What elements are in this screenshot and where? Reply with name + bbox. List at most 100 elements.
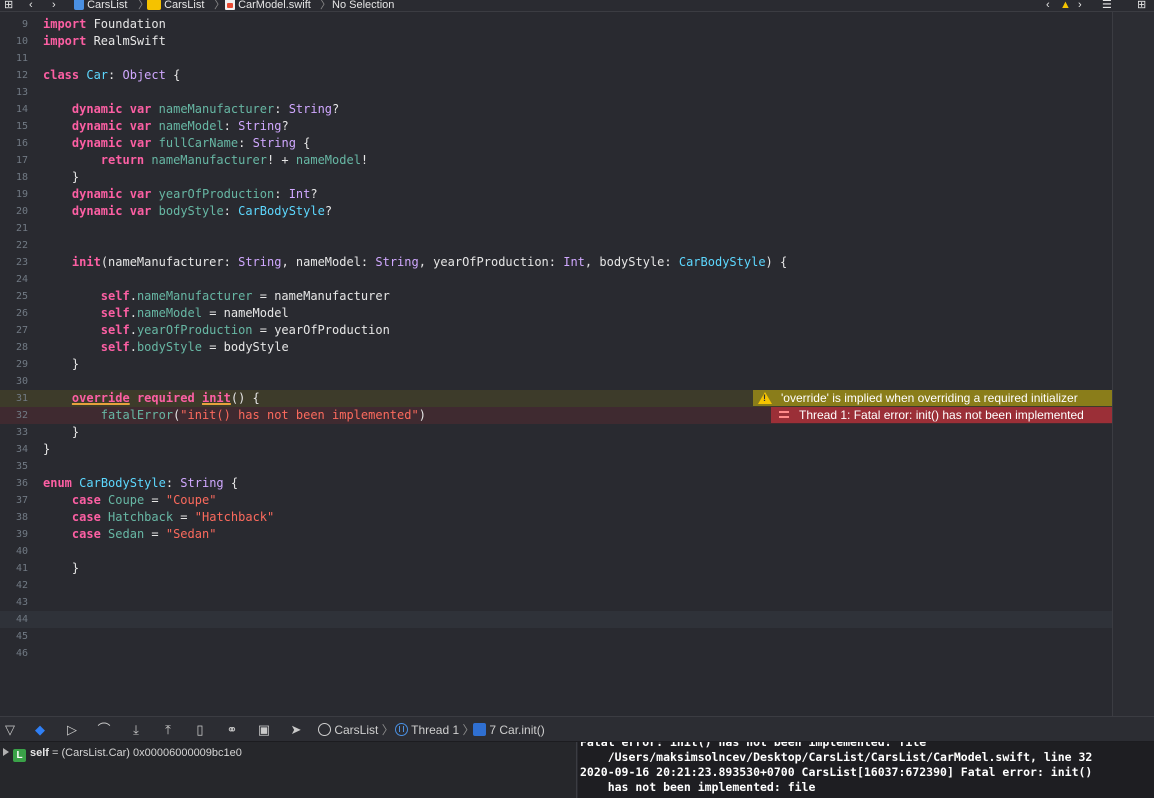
variable-name: self bbox=[30, 747, 49, 759]
code-line[interactable]: 19 dynamic var yearOfProduction: Int? bbox=[0, 186, 1112, 203]
code-line[interactable]: 35 bbox=[0, 458, 1112, 475]
code-line[interactable]: 38 case Hatchback = "Hatchback" bbox=[0, 509, 1112, 526]
minimap[interactable] bbox=[1112, 12, 1154, 716]
jump-bar-selection[interactable]: No Selection bbox=[332, 0, 394, 11]
code-line[interactable]: 22 bbox=[0, 237, 1112, 254]
line-number: 41 bbox=[15, 563, 28, 574]
previous-issue-icon[interactable]: ‹ bbox=[1046, 0, 1050, 11]
code-line[interactable]: 9 import Foundation bbox=[0, 16, 1112, 33]
code-line[interactable]: 44 bbox=[0, 611, 1112, 628]
user-code-icon bbox=[473, 723, 486, 736]
step-over-icon[interactable]: ⌒ bbox=[96, 722, 112, 738]
add-editor-icon[interactable]: ⊞ bbox=[1137, 0, 1146, 11]
code-line[interactable]: 10 import RealmSwift bbox=[0, 33, 1112, 50]
code-text: override required init() { bbox=[71, 391, 260, 405]
jump-bar-file[interactable]: CarModel.swift bbox=[225, 0, 311, 11]
line-number: 29 bbox=[15, 359, 28, 370]
jump-bar-group[interactable]: CarsList bbox=[147, 0, 204, 11]
code-line[interactable]: 13 bbox=[0, 84, 1112, 101]
line-number: 35 bbox=[15, 461, 28, 472]
debug-breadcrumb-target[interactable]: CarsList 〉 bbox=[318, 722, 394, 738]
continue-icon[interactable]: ▷ bbox=[64, 722, 80, 738]
view-debugger-icon[interactable]: ▯ bbox=[192, 722, 208, 738]
code-line[interactable]: 20 dynamic var bodyStyle: CarBodyStyle? bbox=[0, 203, 1112, 220]
line-number: 39 bbox=[15, 529, 28, 540]
code-line[interactable]: 12 class Car: Object { bbox=[0, 67, 1112, 84]
grid-icon[interactable]: ⊞ bbox=[4, 0, 13, 11]
code-text: case Sedan = "Sedan" bbox=[71, 527, 217, 541]
code-line[interactable]: 28 self.bodyStyle = bodyStyle bbox=[0, 339, 1112, 356]
breakpoints-toggle-icon[interactable]: ◆ bbox=[32, 722, 48, 738]
warning-annotation[interactable]: 'override' is implied when overriding a … bbox=[753, 390, 1112, 406]
line-number: 31 bbox=[15, 393, 28, 404]
code-text: self.nameModel = nameModel bbox=[100, 306, 289, 320]
code-text: } bbox=[43, 561, 80, 575]
code-line[interactable]: 45 bbox=[0, 628, 1112, 645]
console-line: /Users/maksimsolncev/Desktop/CarsList/Ca… bbox=[580, 750, 1093, 764]
code-line[interactable]: 11 bbox=[0, 50, 1112, 67]
related-items-icon[interactable]: ☰ bbox=[1102, 0, 1112, 11]
code-line[interactable]: 25 self.nameManufacturer = nameManufactu… bbox=[0, 288, 1112, 305]
line-number: 9 bbox=[21, 19, 28, 30]
code-line[interactable]: 42 bbox=[0, 577, 1112, 594]
code-text: dynamic var fullCarName: String { bbox=[71, 136, 311, 150]
code-text: } bbox=[43, 170, 80, 184]
variable-row[interactable]: Lself = (CarsList.Car) 0x00006000009bc1e… bbox=[3, 746, 242, 762]
code-line[interactable]: 46 bbox=[0, 645, 1112, 662]
debug-breadcrumb-frame[interactable]: 7 Car.init() bbox=[473, 722, 545, 738]
error-annotation[interactable]: Thread 1: Fatal error: init() has not be… bbox=[771, 407, 1112, 423]
code-line[interactable]: 40 bbox=[0, 543, 1112, 560]
code-text: self.bodyStyle = bodyStyle bbox=[100, 340, 289, 354]
warning-icon[interactable]: ▲ bbox=[1060, 0, 1071, 11]
environment-overrides-icon[interactable]: ▣ bbox=[256, 722, 272, 738]
xcode-project-icon bbox=[74, 0, 84, 10]
console-line: Fatal error: init() has not been impleme… bbox=[580, 742, 927, 749]
code-line[interactable]: 14 dynamic var nameManufacturer: String? bbox=[0, 101, 1112, 118]
back-arrow-icon[interactable]: ‹ bbox=[29, 0, 33, 11]
line-number: 42 bbox=[15, 580, 28, 591]
disclosure-triangle-icon[interactable] bbox=[3, 748, 9, 756]
step-into-icon[interactable]: ⤓ bbox=[128, 722, 144, 738]
step-out-icon[interactable]: ⤒ bbox=[160, 722, 176, 738]
code-line[interactable]: 24 bbox=[0, 271, 1112, 288]
console-output[interactable]: Fatal error: init() has not been impleme… bbox=[578, 742, 1154, 798]
simulate-location-icon[interactable]: ➤ bbox=[288, 722, 304, 738]
code-line[interactable]: 18 } bbox=[0, 169, 1112, 186]
line-number: 32 bbox=[15, 410, 28, 421]
code-line[interactable]: 27 self.yearOfProduction = yearOfProduct… bbox=[0, 322, 1112, 339]
code-text: self.yearOfProduction = yearOfProduction bbox=[100, 323, 390, 337]
code-line[interactable]: 23 init(nameManufacturer: String, nameMo… bbox=[0, 254, 1112, 271]
line-number: 15 bbox=[15, 121, 28, 132]
code-line[interactable]: 36 enum CarBodyStyle: String { bbox=[0, 475, 1112, 492]
code-line[interactable]: 39 case Sedan = "Sedan" bbox=[0, 526, 1112, 543]
next-issue-icon[interactable]: › bbox=[1078, 0, 1082, 11]
code-line[interactable]: 43 bbox=[0, 594, 1112, 611]
line-number: 46 bbox=[15, 648, 28, 659]
code-line[interactable]: 17 return nameManufacturer! + nameModel! bbox=[0, 152, 1112, 169]
memory-graph-icon[interactable]: ⚭ bbox=[224, 722, 240, 738]
code-line[interactable]: 21 bbox=[0, 220, 1112, 237]
console-line: has not been implemented: file bbox=[580, 780, 816, 794]
code-line[interactable]: 29 } bbox=[0, 356, 1112, 373]
code-line[interactable]: 30 bbox=[0, 373, 1112, 390]
code-line[interactable]: 33 } bbox=[0, 424, 1112, 441]
line-number: 19 bbox=[15, 189, 28, 200]
forward-arrow-icon[interactable]: › bbox=[52, 0, 56, 11]
code-line[interactable]: 41 } bbox=[0, 560, 1112, 577]
code-editor[interactable]: 9 import Foundation 10 import RealmSwift 11 1… bbox=[0, 12, 1112, 716]
code-line[interactable]: 16 dynamic var fullCarName: String { bbox=[0, 135, 1112, 152]
hide-debug-area-icon[interactable]: ▽ bbox=[2, 722, 18, 738]
code-text: init(nameManufacturer: String, nameModel… bbox=[71, 255, 788, 269]
debug-breadcrumb-thread[interactable]: Thread 1 〉 bbox=[395, 722, 475, 738]
line-number: 25 bbox=[15, 291, 28, 302]
code-text: class Car: Object { bbox=[43, 68, 181, 82]
code-line[interactable]: 26 self.nameModel = nameModel bbox=[0, 305, 1112, 322]
line-number: 16 bbox=[15, 138, 28, 149]
code-line[interactable]: 15 dynamic var nameModel: String? bbox=[0, 118, 1112, 135]
debug-toolbar: ▽ ◆ ▷ ⌒ ⤓ ⤒ ▯ ⚭ ▣ ➤ CarsList 〉 Thread 1 … bbox=[0, 716, 1154, 742]
code-line[interactable]: 34} bbox=[0, 441, 1112, 458]
code-text: dynamic var bodyStyle: CarBodyStyle? bbox=[71, 204, 333, 218]
line-number: 45 bbox=[15, 631, 28, 642]
jump-bar-project[interactable]: CarsList bbox=[74, 0, 127, 11]
code-line[interactable]: 37 case Coupe = "Coupe" bbox=[0, 492, 1112, 509]
